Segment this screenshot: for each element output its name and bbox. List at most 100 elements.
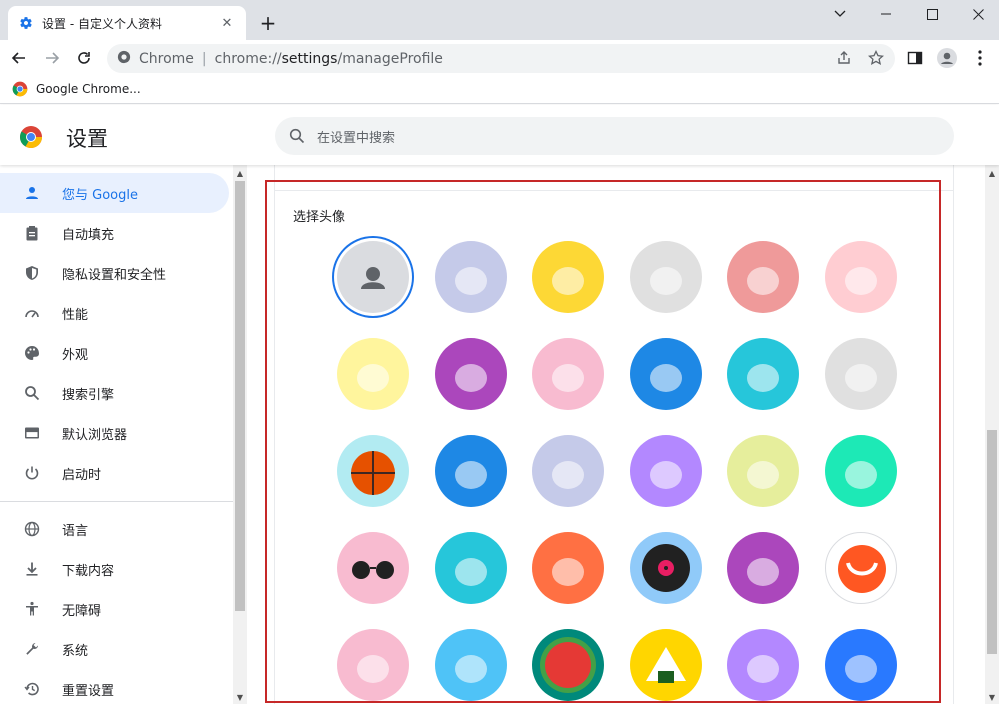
- sidebar-item-label: 搜索引擎: [62, 387, 115, 403]
- power-icon: [22, 463, 42, 483]
- tab-strip: 设置 - 自定义个人资料 ✕ +: [0, 0, 999, 40]
- tab-settings[interactable]: 设置 - 自定义个人资料 ✕: [8, 6, 246, 40]
- scroll-up-arrow-icon[interactable]: ▲: [236, 169, 244, 178]
- search-placeholder: 在设置中搜索: [317, 130, 396, 146]
- address-bar[interactable]: Chrome | chrome://settings/manageProfile: [107, 44, 895, 73]
- sidebar-item-languages[interactable]: 语言: [0, 509, 229, 549]
- sidebar-item-privacy[interactable]: 隐私设置和安全性: [0, 253, 229, 293]
- scroll-down-arrow-icon[interactable]: ▼: [236, 693, 244, 702]
- minimize-button[interactable]: [863, 0, 909, 28]
- bookmark-google-chrome[interactable]: Google Chrome...: [12, 81, 141, 97]
- avatar-option-cat[interactable]: [434, 241, 507, 313]
- share-icon[interactable]: [832, 46, 856, 70]
- globe-icon: [22, 519, 42, 539]
- close-window-button[interactable]: [955, 0, 999, 28]
- avatar-option-default-person[interactable]: [337, 241, 409, 313]
- reload-icon[interactable]: [71, 45, 97, 71]
- avatar-option-vinyl[interactable]: [629, 532, 702, 604]
- maximize-button[interactable]: [909, 0, 955, 28]
- sidebar-item-label: 系统: [62, 643, 89, 659]
- avatar-option-sandwich[interactable]: [824, 629, 897, 701]
- sidebar-item-system[interactable]: 系统: [0, 629, 229, 669]
- avatar-option-monkey[interactable]: [337, 338, 409, 410]
- accessibility-icon: [22, 599, 42, 619]
- avatar-option-box[interactable]: [434, 629, 507, 701]
- avatar-option-ramen[interactable]: [824, 435, 897, 507]
- avatar-option-onigiri[interactable]: [629, 629, 702, 701]
- tab-close-icon[interactable]: ✕: [218, 14, 236, 32]
- scroll-up-arrow-icon[interactable]: ▲: [988, 169, 996, 178]
- sidebar-item-label: 重置设置: [62, 683, 115, 699]
- new-tab-button[interactable]: +: [256, 11, 280, 35]
- avatar-option-cheese[interactable]: [629, 435, 702, 507]
- search-icon: [22, 383, 42, 403]
- sidebar-item-downloads[interactable]: 下载内容: [0, 549, 229, 589]
- avatar-option-smile[interactable]: [824, 532, 897, 604]
- avatar-option-butterfly[interactable]: [629, 338, 702, 410]
- sidebar-item-label: 性能: [62, 307, 89, 323]
- sidebar-item-label: 默认浏览器: [62, 427, 128, 443]
- avatar-option-sunglasses[interactable]: [337, 532, 409, 604]
- avatar-option-unicorn[interactable]: [824, 338, 897, 410]
- sidebar-item-you-and-google[interactable]: 您与 Google: [0, 173, 229, 213]
- search-icon: [289, 128, 305, 144]
- url-text: chrome://settings/manageProfile: [214, 50, 443, 67]
- tab-title: 设置 - 自定义个人资料: [42, 16, 162, 31]
- clipboard-icon: [22, 223, 42, 243]
- bookmark-star-icon[interactable]: [864, 46, 888, 70]
- settings-search-input[interactable]: 在设置中搜索: [275, 117, 954, 155]
- sidebar-item-appearance[interactable]: 外观: [0, 333, 229, 373]
- main-scrollbar[interactable]: ▲ ▼: [985, 165, 999, 704]
- forward-arrow-icon[interactable]: [39, 45, 65, 71]
- sidebar-item-on-startup[interactable]: 启动时: [0, 453, 229, 493]
- sidebar-item-default-browser[interactable]: 默认浏览器: [0, 413, 229, 453]
- sidebar-item-performance[interactable]: 性能: [0, 293, 229, 333]
- section-title: 选择头像: [293, 210, 346, 225]
- avatar-option-watermelon[interactable]: [532, 629, 604, 701]
- avatar-option-corgi[interactable]: [532, 241, 604, 313]
- more-menu-icon[interactable]: [968, 46, 992, 70]
- sidebar-item-label: 隐私设置和安全性: [62, 267, 167, 283]
- avatar-option-sushi[interactable]: [434, 532, 507, 604]
- avatar-option-football[interactable]: [727, 435, 799, 507]
- site-name: Chrome: [139, 50, 194, 67]
- sidebar-divider: [0, 501, 233, 502]
- side-panel-icon[interactable]: [903, 46, 927, 70]
- browser-window-icon: [22, 423, 42, 443]
- sidebar-item-reset[interactable]: 重置设置: [0, 669, 229, 709]
- bookmark-label: Google Chrome...: [36, 82, 141, 96]
- avatar-option-ice-cream[interactable]: [337, 629, 409, 701]
- sidebar-item-autofill[interactable]: 自动填充: [0, 213, 229, 253]
- avatar-option-panda[interactable]: [434, 338, 507, 410]
- avatar-option-bike[interactable]: [434, 435, 507, 507]
- avatar-option-elephant[interactable]: [727, 241, 799, 313]
- scroll-down-arrow-icon[interactable]: ▼: [988, 693, 996, 702]
- avatar-option-fox[interactable]: [824, 241, 897, 313]
- avatar-option-pizza[interactable]: [727, 629, 799, 701]
- sidebar-scrollbar[interactable]: ▲ ▼: [233, 165, 247, 704]
- avatar-option-bird[interactable]: [532, 435, 604, 507]
- gear-icon: [18, 15, 34, 31]
- avatar-option-dragon[interactable]: [629, 241, 702, 313]
- back-arrow-icon[interactable]: [6, 45, 32, 71]
- tab-search-chevron-icon[interactable]: [817, 0, 863, 28]
- sidebar-item-label: 自动填充: [62, 227, 115, 243]
- main-scroll-thumb[interactable]: [987, 430, 997, 654]
- shield-icon: [22, 263, 42, 283]
- avatar-option-basketball[interactable]: [337, 435, 409, 507]
- chrome-logo-icon: [20, 126, 42, 148]
- settings-header: 设置 在设置中搜索: [0, 105, 999, 165]
- chrome-site-icon[interactable]: [117, 50, 131, 68]
- sidebar-item-label: 语言: [62, 523, 89, 539]
- avatar-option-tamagotchi[interactable]: [532, 532, 604, 604]
- avatar-option-rabbit[interactable]: [727, 338, 799, 410]
- avatar-option-penguin[interactable]: [532, 338, 604, 410]
- url-separator: |: [201, 50, 207, 67]
- sidebar-item-accessibility[interactable]: 无障碍: [0, 589, 229, 629]
- restore-icon: [22, 679, 42, 699]
- person-icon: [22, 183, 42, 203]
- profile-avatar-icon[interactable]: [935, 46, 959, 70]
- avatar-option-avocado[interactable]: [727, 532, 799, 604]
- sidebar-item-search-engine[interactable]: 搜索引擎: [0, 373, 229, 413]
- sidebar-scroll-thumb[interactable]: [235, 181, 245, 611]
